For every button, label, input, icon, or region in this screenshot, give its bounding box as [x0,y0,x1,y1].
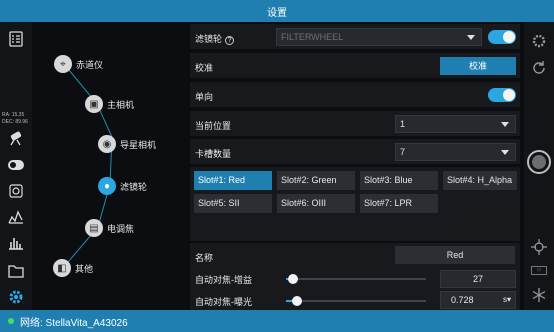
tree-node-focuser-label: 电调焦 [107,223,135,234]
tree-node-mount[interactable]: ⌖ 赤道仪 [54,55,103,73]
slot-count-select[interactable]: 7 [395,143,516,161]
af-exposure-value: 0.728 [451,295,474,305]
calibrate-button[interactable]: 校准 [440,57,516,75]
frame-icon[interactable]: ▭ [531,266,547,275]
slot-6-button[interactable]: Slot#6: OIII [277,194,355,213]
unidirectional-label: 单向 [195,92,214,102]
slot-1-button[interactable]: Slot#1: Red [194,171,272,190]
bar-chart-icon[interactable] [7,234,25,252]
focus-icon[interactable] [7,182,25,200]
slot-4-button[interactable]: Slot#4: H_Alpha [443,171,517,190]
tree-node-guide-camera[interactable]: ◉ 导星相机 [98,135,156,153]
calibrate-label: 校准 [195,63,214,73]
histogram-icon[interactable] [7,208,25,226]
filter-wheel-select-value: FILTERWHEEL [281,32,344,42]
af-gain-label: 自动对焦-增益 [195,275,252,285]
slot-5-button[interactable]: Slot#5: SII [194,194,272,213]
filter-wheel-select[interactable]: FILTERWHEEL [276,28,482,46]
tree-node-main-camera-label: 主相机 [107,99,135,110]
current-position-select[interactable]: 1 [395,115,516,133]
current-position-row: 当前位置 1 [190,111,520,137]
chevron-down-icon [467,35,475,40]
gear-icon[interactable] [7,288,25,306]
slot-2-button[interactable]: Slot#2: Green [277,171,355,190]
tree-node-other-label: 其他 [75,263,94,274]
tree-node-guide-camera-label: 导星相机 [120,139,157,150]
shutter-button[interactable] [527,150,551,174]
device-tree: ⌖ 赤道仪 ▣ 主相机 ◉ 导星相机 ● 滤镜轮 ▤ 电调焦 ◧ 其他 [32,22,187,310]
tree-node-mount-label: 赤道仪 [76,59,104,70]
af-exposure-label: 自动对焦-曝光 [195,297,252,307]
folder-icon[interactable] [7,262,25,280]
dec-readout: DEC: 89.96 [2,119,28,125]
left-toolbar: RA: 15.35 DEC: 89.96 [0,22,32,310]
slot-detail-section: 名称 Red 自动对焦-增益 27 自动对焦-曝光 0.728 s▾ [190,243,520,310]
filter-wheel-settings-panel: 滤镜轮? FILTERWHEEL 校准 校准 单向 当前位置 1 卡槽数量 7 … [190,24,520,310]
slot-name-button[interactable]: Red [395,246,515,264]
title-bar: 设置 [0,0,554,22]
chevron-down-icon [501,150,509,155]
current-position-label: 当前位置 [195,121,232,131]
network-label: 网络: StellaVita_A43026 [20,317,128,329]
tree-node-main-camera[interactable]: ▣ 主相机 [85,95,134,113]
checklist-icon[interactable] [7,30,25,48]
status-bar: 网络: StellaVita_A43026 [0,310,554,332]
current-position-value: 1 [400,119,406,129]
refresh-icon[interactable] [530,58,548,76]
filter-wheel-row: 滤镜轮? FILTERWHEEL [190,24,520,50]
focuser-icon: ▤ [85,219,103,237]
af-exposure-field[interactable]: 0.728 s▾ [440,291,516,309]
other-icon: ◧ [53,259,71,277]
filter-wheel-icon: ● [98,177,116,195]
mount-icon: ⌖ [54,55,72,73]
chevron-down-icon [501,122,509,127]
af-gain-slider-thumb[interactable] [288,274,298,284]
slot-count-label: 卡槽数量 [195,149,232,159]
calibrate-row: 校准 校准 [190,53,520,79]
name-label: 名称 [195,253,214,263]
tree-node-filter-wheel[interactable]: ● 滤镜轮 [98,177,147,195]
help-icon[interactable]: ? [225,36,235,45]
guide-camera-icon: ◉ [98,135,116,153]
slot-7-button[interactable]: Slot#7: LPR [360,194,438,213]
crosshair-icon[interactable] [530,238,548,256]
af-gain-slider[interactable] [286,274,426,284]
coordinates-readout: RA: 15.35 DEC: 89.96 [2,112,28,126]
af-exposure-unit-select[interactable]: s▾ [503,292,511,308]
filter-wheel-toggle[interactable] [488,30,516,44]
ra-readout: RA: 15.35 [2,112,25,118]
af-gain-value[interactable]: 27 [440,270,516,288]
slot-count-value: 7 [400,147,406,157]
filter-wheel-label: 滤镜轮? [195,32,235,45]
af-exposure-slider[interactable] [286,296,426,306]
tree-node-other[interactable]: ◧ 其他 [53,259,93,277]
tree-node-focuser[interactable]: ▤ 电调焦 [85,219,134,237]
filter-wheel-icon[interactable] [7,156,25,174]
unidirectional-row: 单向 [190,82,520,108]
slot-3-button[interactable]: Slot#3: Blue [360,171,438,190]
unidirectional-toggle[interactable] [488,88,516,102]
window-title: 设置 [267,7,287,19]
snowflake-icon[interactable] [530,286,548,304]
af-exposure-slider-thumb[interactable] [292,296,302,306]
settings-dial-icon[interactable] [530,32,548,50]
slot-count-row: 卡槽数量 7 [190,139,520,165]
camera-icon: ▣ [85,95,103,113]
tree-node-filter-wheel-label: 滤镜轮 [120,181,148,192]
right-toolbar: ▭ [524,22,554,310]
connection-indicator-icon [8,318,14,324]
telescope-icon[interactable] [7,129,25,147]
slot-grid: Slot#1: Red Slot#2: Green Slot#3: Blue S… [190,167,520,241]
